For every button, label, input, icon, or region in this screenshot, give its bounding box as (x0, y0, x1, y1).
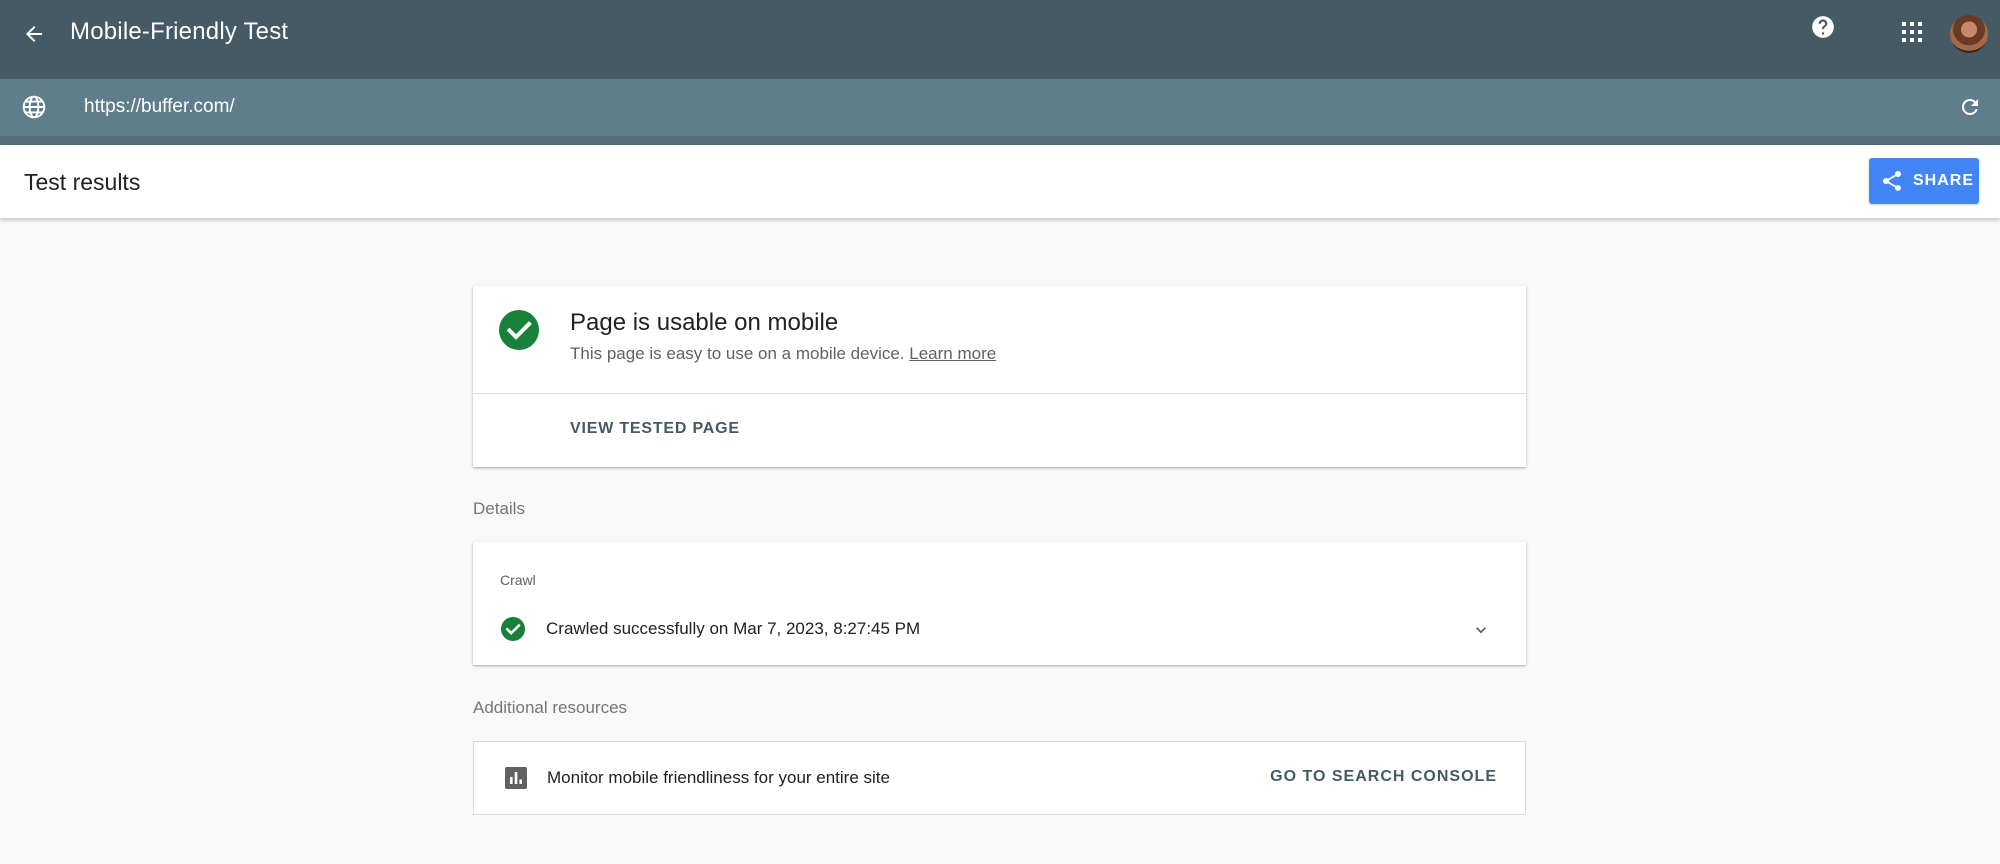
chevron-down-icon (1476, 627, 1486, 634)
url-bar (0, 79, 2000, 136)
share-label: SHARE (1913, 172, 1975, 189)
arrow-back-icon (26, 26, 42, 42)
bar-chart-icon (505, 767, 527, 789)
globe-icon (20, 93, 48, 121)
learn-more-link[interactable]: Learn more (909, 344, 996, 363)
additional-resources-label: Additional resources (473, 698, 628, 717)
url-input[interactable] (70, 91, 1958, 123)
app-title: Mobile-Friendly Test (70, 18, 289, 45)
resource-card: Monitor mobile friendliness for your ent… (473, 741, 1526, 815)
go-to-search-console-button[interactable]: GO TO SEARCH CONSOLE (1270, 768, 1497, 786)
reload-icon (1962, 99, 1978, 115)
card-divider (473, 393, 1526, 394)
status-description-text: This page is easy to use on a mobile dev… (570, 344, 905, 363)
share-icon (1879, 168, 1905, 194)
results-title: Test results (24, 169, 141, 195)
app-header: Mobile-Friendly Test (0, 0, 2000, 79)
expand-button[interactable] (1469, 618, 1493, 642)
account-avatar[interactable] (1950, 15, 1988, 53)
status-description: This page is easy to use on a mobile dev… (570, 344, 996, 364)
reload-button[interactable] (1956, 93, 1984, 121)
check-circle-icon (499, 310, 539, 350)
check-circle-icon (501, 617, 525, 641)
apps-button[interactable] (1898, 18, 1926, 46)
monitor-text: Monitor mobile friendliness for your ent… (547, 768, 890, 787)
share-button[interactable]: SHARE (1869, 158, 1979, 204)
crawl-card[interactable]: Crawl Crawled successfully on Mar 7, 202… (473, 542, 1526, 665)
crawl-label: Crawl (500, 572, 536, 588)
help-button[interactable] (1808, 12, 1838, 42)
details-label: Details (473, 499, 525, 518)
help-icon (1812, 16, 1834, 38)
apps-grid-icon (1902, 22, 1922, 42)
url-bar-edge (0, 136, 2000, 145)
results-header: Test results SHARE (0, 145, 2000, 218)
view-tested-page-button[interactable]: VIEW TESTED PAGE (570, 420, 740, 438)
status-title: Page is usable on mobile (570, 309, 839, 336)
back-button[interactable] (14, 14, 54, 54)
status-card: Page is usable on mobile This page is ea… (473, 286, 1526, 467)
crawl-status-text: Crawled successfully on Mar 7, 2023, 8:2… (546, 619, 921, 638)
